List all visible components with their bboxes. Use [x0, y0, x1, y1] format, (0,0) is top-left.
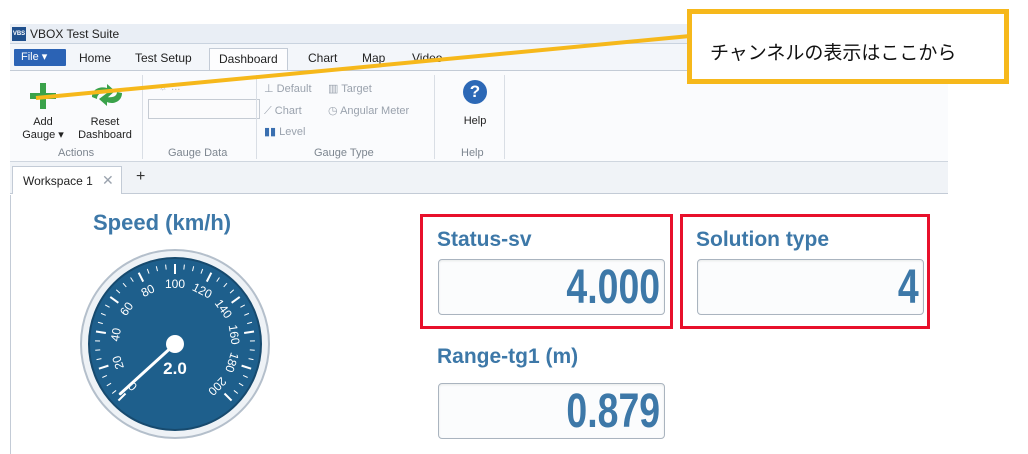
gauge-minor-tick	[165, 264, 167, 270]
ribbon-separator	[434, 75, 435, 159]
tab-chart[interactable]: Chart	[308, 51, 337, 65]
default-label: Default	[276, 83, 312, 95]
add-gauge-label-1: Add	[33, 116, 53, 128]
angular-meter-icon: ◷	[328, 105, 341, 117]
chart-icon: ⟋	[264, 105, 275, 117]
tab-workspace-1[interactable]: Workspace 1 ✕	[12, 166, 122, 194]
plus-icon	[30, 83, 56, 109]
level-icon: ▮▮	[264, 126, 280, 138]
gauge-data-label: ☼ ...	[158, 81, 181, 93]
callout-annotation: チャンネルの表示はここから	[687, 9, 1009, 84]
tab-video[interactable]: Video	[412, 51, 442, 65]
group-label-gauge-data: Gauge Data	[168, 147, 228, 159]
range-tg1-display[interactable]: 0.879	[438, 383, 665, 439]
ribbon-separator	[142, 75, 143, 159]
help-icon[interactable]: ?	[463, 80, 487, 104]
gauge-type-angular-meter[interactable]: ◷ Angular Meter	[328, 105, 409, 117]
add-tab-icon[interactable]: +	[136, 168, 145, 186]
close-icon[interactable]: ✕	[102, 172, 114, 189]
gauge-value-label: 2.0	[163, 359, 187, 378]
workspace-tab-bar: Workspace 1 ✕ +	[10, 162, 948, 194]
app-icon: VBS	[12, 27, 26, 41]
gauge-type-default[interactable]: ⊥ Default	[264, 83, 312, 95]
callout-text: チャンネルの表示はここから	[710, 42, 957, 64]
file-menu-button[interactable]: File ▾	[14, 49, 66, 66]
highlight-box-solution-type	[680, 214, 930, 329]
group-label-gauge-type: Gauge Type	[314, 147, 374, 159]
ribbon-separator	[256, 75, 257, 159]
tab-home[interactable]: Home	[79, 51, 111, 65]
gauge-type-chart[interactable]: ⟋ Chart	[264, 105, 302, 117]
chart-label: Chart	[274, 105, 302, 117]
workspace-tab-label: Workspace 1	[23, 174, 93, 188]
gauge-minor-tick	[183, 264, 185, 270]
gauge-tick-label: 100	[165, 277, 185, 291]
angular-meter-label: Angular Meter	[340, 105, 410, 117]
level-label: Level	[279, 126, 306, 138]
tab-map[interactable]: Map	[362, 51, 385, 65]
target-icon: ▥	[328, 83, 342, 95]
tab-test-setup[interactable]: Test Setup	[135, 51, 192, 65]
app-window: VBS VBOX Test Suite File ▾ Home Test Set…	[0, 0, 1028, 454]
gauge-hub	[166, 335, 184, 353]
gauge-type-level[interactable]: ▮▮ Level	[264, 126, 305, 138]
target-label: Target	[341, 83, 372, 95]
default-icon: ⊥	[264, 83, 277, 95]
gauge-data-input[interactable]	[148, 99, 260, 119]
reset-label-1: Reset	[90, 116, 120, 128]
group-label-actions: Actions	[58, 147, 95, 159]
range-tg1-value: 0.879	[566, 385, 660, 438]
reset-label-2: Dashboard	[78, 129, 132, 141]
group-label-help: Help	[461, 147, 484, 159]
ribbon-separator	[504, 75, 505, 159]
speed-gauge-title: Speed (km/h)	[93, 210, 232, 235]
reset-icon	[92, 84, 122, 106]
help-button-label[interactable]: Help	[456, 115, 494, 127]
highlight-box-status-sv	[420, 214, 673, 329]
range-tg1-title: Range-tg1 (m)	[437, 345, 579, 368]
gauge-tick-label: 40	[108, 327, 124, 343]
tab-dashboard[interactable]: Dashboard	[209, 48, 288, 70]
speed-angular-gauge[interactable]: 020406080 100 1201401601802002.0	[79, 248, 271, 440]
window-title: VBOX Test Suite	[30, 27, 120, 41]
add-gauge-label-2: Gauge ▾	[22, 129, 64, 141]
gauge-type-target[interactable]: ▥ Target	[328, 83, 372, 95]
